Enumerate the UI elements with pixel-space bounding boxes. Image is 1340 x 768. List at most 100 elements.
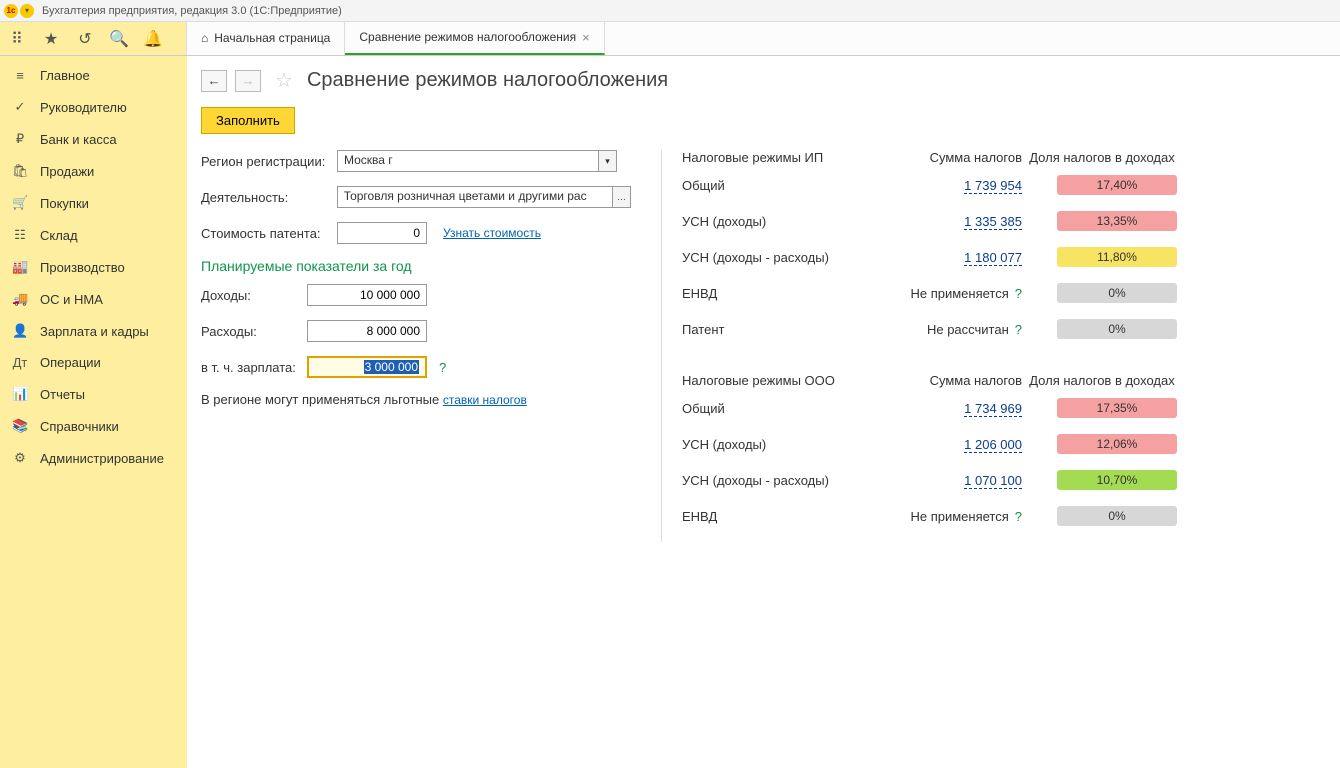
help-icon[interactable]: ? (1015, 509, 1022, 524)
tab-tax-compare[interactable]: Сравнение режимов налогообложения × (345, 21, 604, 55)
nav-forward-button[interactable]: → (235, 70, 261, 92)
chevron-down-icon[interactable]: ▾ (599, 150, 617, 172)
regime-name: УСН (доходы) (682, 437, 882, 452)
region-label: Регион регистрации: (201, 154, 331, 169)
tab-label: Начальная страница (214, 31, 330, 45)
history-icon[interactable]: ↺ (68, 22, 102, 56)
app-dropdown-icon[interactable]: ▾ (20, 4, 34, 18)
apps-icon[interactable]: ⠿ (0, 22, 34, 56)
close-icon[interactable]: × (582, 30, 590, 45)
search-icon[interactable]: 🔍 (102, 22, 136, 56)
share-cell: 17,40% (1022, 175, 1182, 195)
income-input[interactable] (307, 284, 427, 306)
sidebar-label: Руководителю (40, 100, 127, 115)
nav-back-button[interactable]: ← (201, 70, 227, 92)
amount-link[interactable]: 1 739 954 (964, 178, 1022, 194)
more-icon[interactable]: … (613, 186, 631, 208)
sidebar-item-0[interactable]: ≡Главное (0, 60, 187, 91)
share-pill: 11,80% (1057, 247, 1177, 267)
expense-input[interactable] (307, 320, 427, 342)
amount-link[interactable]: 1 180 077 (964, 250, 1022, 266)
col-share: Доля налогов в доходах (1022, 373, 1182, 388)
col-sum: Сумма налогов (882, 150, 1022, 165)
tab-bar: ⌂ Начальная страница Сравнение режимов н… (187, 22, 1340, 55)
col-regime: Налоговые режимы ИП (682, 150, 882, 165)
sidebar-label: Главное (40, 68, 90, 83)
sidebar-item-2[interactable]: ₽ Банк и касса (0, 123, 187, 155)
sidebar-item-4[interactable]: 🛒Покупки (0, 187, 187, 219)
favorite-icon[interactable]: ★ (34, 22, 68, 56)
help-icon[interactable]: ? (1015, 286, 1022, 301)
help-icon[interactable]: ? (1015, 322, 1022, 337)
col-sum: Сумма налогов (882, 373, 1022, 388)
window-title: Бухгалтерия предприятия, редакция 3.0 (1… (42, 5, 342, 17)
patent-cost-input[interactable] (337, 222, 427, 244)
share-pill: 13,35% (1057, 211, 1177, 231)
patent-cost-link[interactable]: Узнать стоимость (443, 226, 541, 240)
salary-input[interactable]: 3 000 000 (307, 356, 427, 378)
sidebar-item-5[interactable]: ☷ Склад (0, 219, 187, 251)
sidebar-item-3[interactable]: 🛍Продажи (0, 155, 187, 187)
amount-link[interactable]: 1 070 100 (964, 473, 1022, 489)
help-icon[interactable]: ? (439, 360, 446, 375)
regime-name: Общий (682, 401, 882, 416)
bell-icon[interactable]: 🔔 (136, 22, 170, 56)
page-title: Сравнение режимов налогообложения (307, 69, 668, 92)
region-select[interactable]: Москва г (337, 150, 599, 172)
tax-rates-link[interactable]: ставки налогов (443, 393, 527, 407)
sidebar-icon: Дт (12, 355, 28, 370)
fill-button[interactable]: Заполнить (201, 107, 295, 134)
ooo-results-header: Налоговые режимы ООО Сумма налогов Доля … (682, 373, 1326, 388)
tax-amount: 1 070 100 (882, 473, 1022, 488)
home-icon: ⌂ (201, 31, 208, 45)
amount-link[interactable]: 1 734 969 (964, 401, 1022, 417)
sidebar-label: Банк и касса (40, 132, 117, 147)
sidebar-label: Администрирование (40, 451, 164, 466)
sidebar-icon: ☷ (12, 227, 28, 243)
regime-name: ЕНВД (682, 286, 882, 301)
share-pill: 0% (1057, 506, 1177, 526)
result-row: УСН (доходы)1 335 38513,35% (682, 211, 1326, 231)
share-cell: 0% (1022, 506, 1182, 526)
sidebar-item-10[interactable]: 📊Отчеты (0, 378, 187, 410)
tab-home[interactable]: ⌂ Начальная страница (187, 21, 345, 55)
region-note: В регионе могут применяться льготные ста… (201, 392, 631, 407)
salary-value: 3 000 000 (364, 360, 419, 374)
sidebar-label: Справочники (40, 419, 119, 434)
sidebar-item-12[interactable]: ⚙Администрирование (0, 442, 187, 474)
result-row: ПатентНе рассчитан?0% (682, 319, 1326, 339)
activity-select[interactable]: Торговля розничная цветами и другими рас (337, 186, 613, 208)
share-cell: 11,80% (1022, 247, 1182, 267)
amount-link[interactable]: 1 335 385 (964, 214, 1022, 230)
sidebar-item-1[interactable]: ✓ Руководителю (0, 91, 187, 123)
sidebar-item-8[interactable]: 👤Зарплата и кадры (0, 315, 187, 347)
result-row: Общий1 734 96917,35% (682, 398, 1326, 418)
sidebar-item-9[interactable]: ДтОперации (0, 347, 187, 378)
sidebar-label: Производство (40, 260, 125, 275)
sidebar-label: Склад (40, 228, 78, 243)
result-row: УСН (доходы - расходы)1 070 10010,70% (682, 470, 1326, 490)
result-row: Общий1 739 95417,40% (682, 175, 1326, 195)
sidebar-item-7[interactable]: 🚚ОС и НМА (0, 283, 187, 315)
share-cell: 0% (1022, 283, 1182, 303)
activity-label: Деятельность: (201, 190, 331, 205)
share-cell: 0% (1022, 319, 1182, 339)
sidebar-icon: ₽ (12, 131, 28, 147)
sidebar-icon: ✓ (12, 99, 28, 115)
sidebar-icon: 🛒 (12, 195, 28, 211)
amount-link[interactable]: 1 206 000 (964, 437, 1022, 453)
sidebar-icon: 🏭 (12, 259, 28, 275)
na-text: Не применяется (910, 286, 1008, 301)
star-icon[interactable]: ☆ (275, 68, 293, 93)
result-row: УСН (доходы - расходы)1 180 07711,80% (682, 247, 1326, 267)
sidebar-item-6[interactable]: 🏭 Производство (0, 251, 187, 283)
title-bar: 1c ▾ Бухгалтерия предприятия, редакция 3… (0, 0, 1340, 22)
tax-amount: Не рассчитан? (882, 322, 1022, 337)
col-share: Доля налогов в доходах (1022, 150, 1182, 165)
share-pill: 12,06% (1057, 434, 1177, 454)
result-row: ЕНВД Не применяется?0% (682, 283, 1326, 303)
tab-label: Сравнение режимов налогообложения (359, 30, 576, 44)
top-row: ⠿ ★ ↺ 🔍 🔔 ⌂ Начальная страница Сравнение… (0, 22, 1340, 56)
expense-label: Расходы: (201, 324, 301, 339)
sidebar-item-11[interactable]: 📚Справочники (0, 410, 187, 442)
